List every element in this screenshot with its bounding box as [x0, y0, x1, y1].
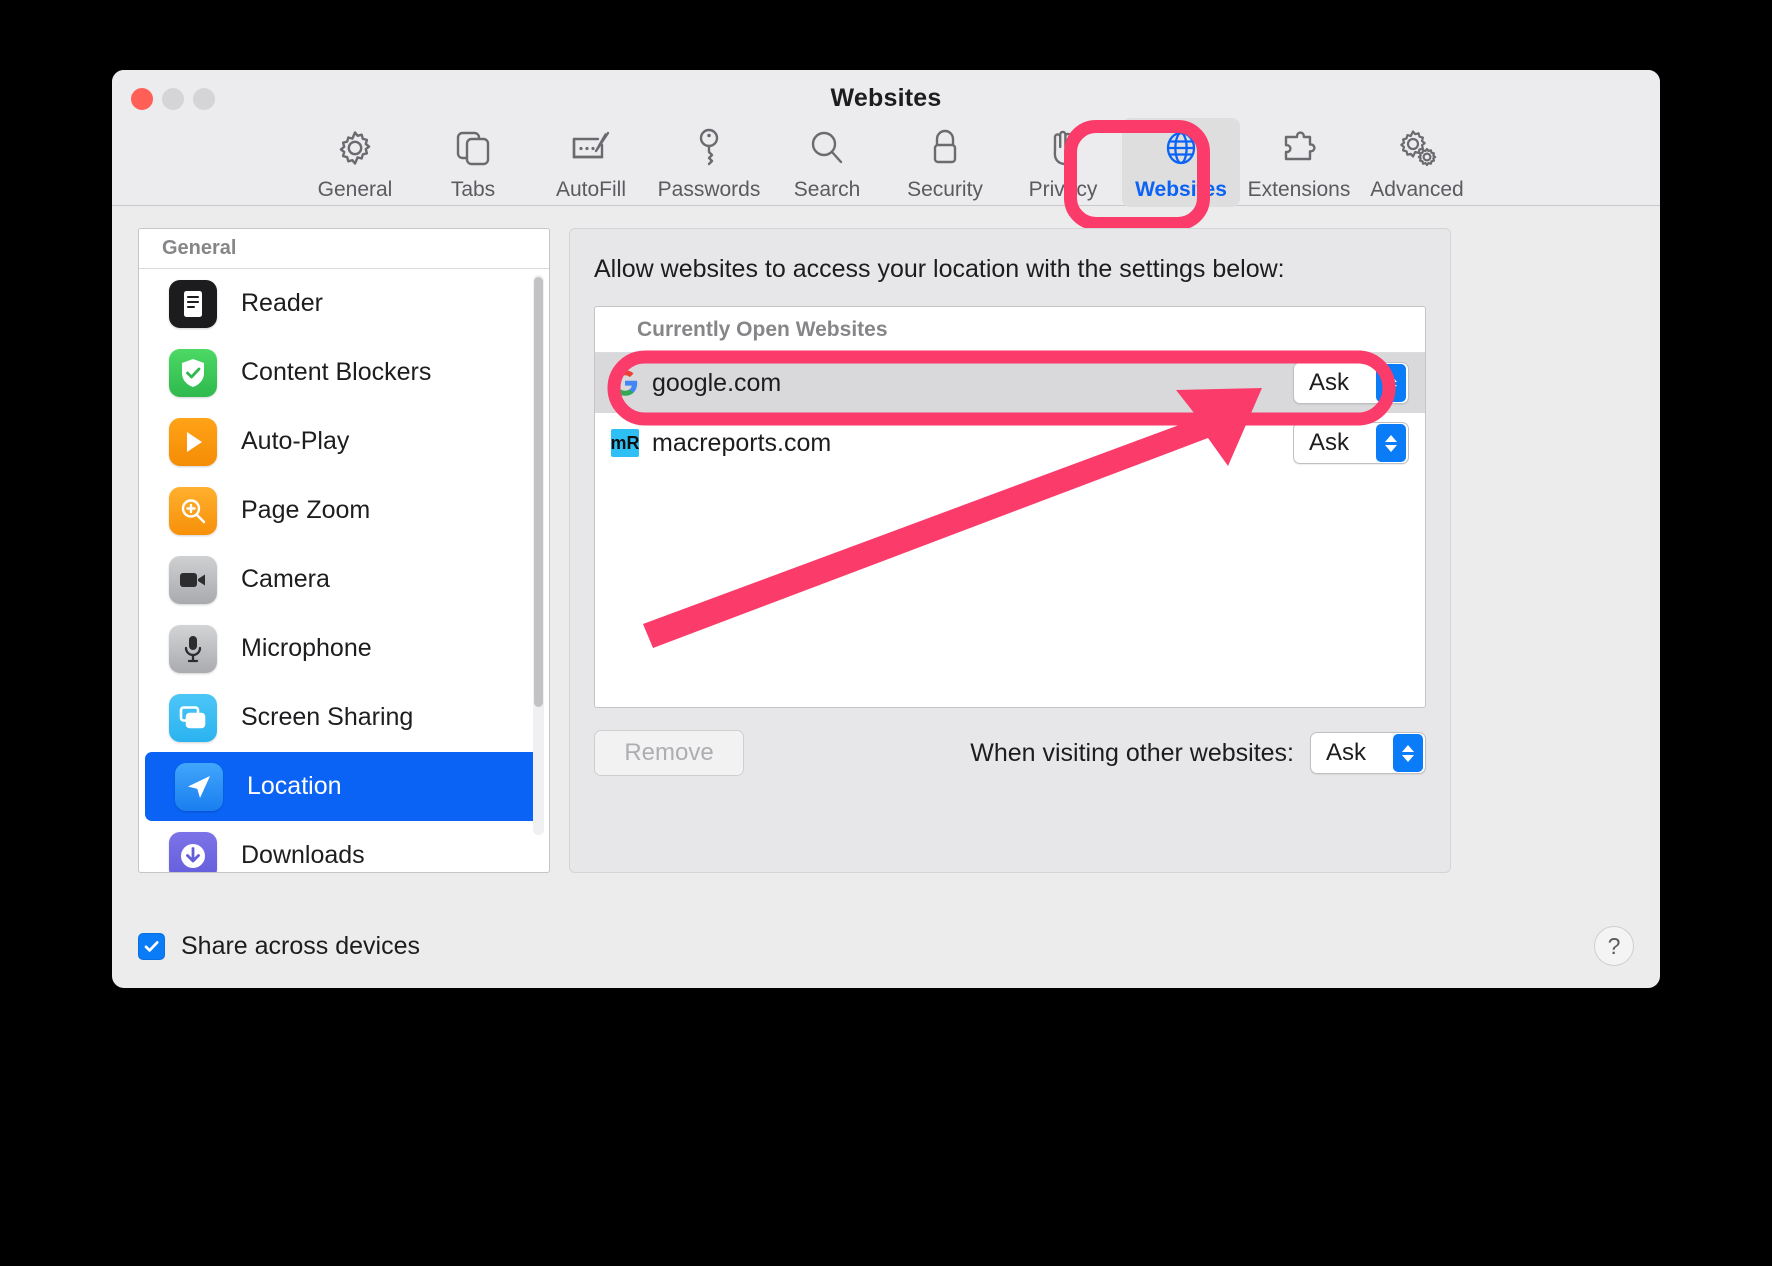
- sidebar-scrollbar[interactable]: [533, 275, 544, 835]
- sidebar-item-label: Page Zoom: [241, 496, 371, 524]
- sidebar-item-label: Camera: [241, 565, 330, 593]
- tab-label: Privacy: [1028, 178, 1098, 201]
- share-across-devices-row[interactable]: Share across devices: [138, 932, 420, 961]
- sidebar-item-page-zoom[interactable]: Page Zoom: [139, 476, 549, 545]
- tab-label: Extensions: [1247, 178, 1351, 201]
- shield-check-icon: [169, 348, 217, 397]
- sidebar-item-label: Downloads: [241, 841, 365, 869]
- camera-icon: [169, 555, 217, 604]
- download-icon: [169, 831, 217, 872]
- tab-label: Tabs: [450, 178, 496, 201]
- tab-websites[interactable]: Websites: [1122, 118, 1240, 207]
- sidebar-item-label: Reader: [241, 289, 323, 317]
- sidebar-item-reader[interactable]: Reader: [139, 269, 549, 338]
- tab-search[interactable]: Search: [768, 118, 886, 207]
- tab-label: Advanced: [1370, 178, 1464, 201]
- pane-footer-controls: Remove When visiting other websites: Ask: [594, 730, 1426, 776]
- preferences-toolbar: General Tabs AutoFill Passwords Search S…: [112, 118, 1660, 207]
- tab-autofill[interactable]: AutoFill: [532, 118, 650, 207]
- tab-label: Websites: [1135, 178, 1227, 201]
- table-row[interactable]: mR macreports.com Ask: [595, 413, 1425, 473]
- site-domain: google.com: [652, 368, 782, 397]
- magnifier-plus-icon: [169, 486, 217, 535]
- location-settings-pane: Allow websites to access your location w…: [569, 228, 1451, 873]
- tab-label: General: [317, 178, 393, 201]
- gear-icon: [332, 124, 378, 172]
- tab-passwords[interactable]: Passwords: [650, 118, 768, 207]
- screen-sharing-icon: [169, 693, 217, 742]
- sidebar-item-camera[interactable]: Camera: [139, 545, 549, 614]
- permission-value: Ask: [1309, 429, 1350, 456]
- tab-advanced[interactable]: Advanced: [1358, 118, 1476, 207]
- preferences-content: General Reader Content Blockers Auto-Pla…: [112, 206, 1660, 988]
- tab-extensions[interactable]: Extensions: [1240, 118, 1358, 207]
- permission-value: Ask: [1309, 369, 1350, 396]
- panes: General Reader Content Blockers Auto-Pla…: [138, 228, 1634, 873]
- websites-listbox: Currently Open Websites google.com Ask m…: [594, 306, 1426, 708]
- sidebar-scrollbar-thumb[interactable]: [534, 277, 543, 707]
- chevron-updown-icon: [1376, 364, 1406, 402]
- sidebar-item-auto-play[interactable]: Auto-Play: [139, 407, 549, 476]
- sidebar-item-label: Screen Sharing: [241, 703, 414, 731]
- title-bar: Websites General Tabs AutoFill Passwords…: [112, 70, 1660, 230]
- default-permission-label: When visiting other websites:: [970, 738, 1294, 767]
- sidebar-item-label: Location: [247, 772, 342, 800]
- default-permission-group: When visiting other websites: Ask: [970, 732, 1426, 774]
- share-across-devices-checkbox[interactable]: [138, 932, 165, 960]
- autofill-icon: [568, 124, 614, 172]
- sidebar-item-content-blockers[interactable]: Content Blockers: [139, 338, 549, 407]
- hand-icon: [1042, 124, 1084, 172]
- permission-popup-macreports[interactable]: Ask: [1293, 422, 1409, 464]
- listbox-group-header: Currently Open Websites: [595, 307, 1425, 353]
- sidebar-item-label: Auto-Play: [241, 427, 350, 455]
- globe-icon: [1159, 124, 1203, 172]
- sidebar-header: General: [139, 229, 549, 269]
- pane-description: Allow websites to access your location w…: [594, 255, 1285, 283]
- location-arrow-icon: [175, 762, 223, 811]
- macreports-favicon: mR: [611, 429, 640, 457]
- table-row[interactable]: google.com Ask: [595, 353, 1425, 413]
- play-icon: [169, 417, 217, 466]
- chevron-updown-icon: [1393, 734, 1423, 772]
- sidebar-list: Reader Content Blockers Auto-Play Page Z…: [139, 269, 549, 872]
- chevron-updown-icon: [1376, 424, 1406, 462]
- gears-icon: [1394, 124, 1440, 172]
- sidebar-item-label: Microphone: [241, 634, 372, 662]
- tab-label: Security: [907, 178, 983, 201]
- tab-label: Passwords: [657, 178, 761, 201]
- window-title: Websites: [830, 84, 942, 112]
- tab-general[interactable]: General: [296, 118, 414, 207]
- remove-button[interactable]: Remove: [594, 730, 744, 776]
- tabs-icon: [451, 124, 495, 172]
- tab-label: Search: [793, 178, 861, 201]
- settings-sidebar: General Reader Content Blockers Auto-Pla…: [138, 228, 550, 873]
- tab-label: AutoFill: [555, 178, 627, 201]
- site-identity: google.com: [611, 369, 1293, 398]
- permission-popup-google[interactable]: Ask: [1293, 362, 1409, 404]
- site-identity: mR macreports.com: [611, 429, 1293, 458]
- sidebar-item-screen-sharing[interactable]: Screen Sharing: [139, 683, 549, 752]
- reader-icon: [169, 279, 217, 328]
- site-domain: macreports.com: [652, 428, 832, 457]
- tab-privacy[interactable]: Privacy: [1004, 118, 1122, 207]
- permission-value: Ask: [1326, 739, 1367, 766]
- key-icon: [689, 124, 729, 172]
- sidebar-item-location[interactable]: Location: [145, 752, 543, 821]
- puzzle-icon: [1276, 124, 1322, 172]
- help-button[interactable]: ?: [1594, 926, 1634, 966]
- safari-preferences-window: Websites General Tabs AutoFill Passwords…: [112, 70, 1660, 988]
- sidebar-item-label: Content Blockers: [241, 358, 432, 386]
- microphone-icon: [169, 624, 217, 673]
- default-permission-popup[interactable]: Ask: [1310, 732, 1426, 774]
- tab-tabs[interactable]: Tabs: [414, 118, 532, 207]
- sidebar-item-downloads[interactable]: Downloads: [139, 821, 549, 872]
- google-favicon: [611, 369, 639, 397]
- share-across-devices-label: Share across devices: [181, 931, 421, 960]
- window-footer: Share across devices ?: [138, 926, 1634, 966]
- sidebar-item-microphone[interactable]: Microphone: [139, 614, 549, 683]
- search-icon: [805, 124, 849, 172]
- tab-security[interactable]: Security: [886, 118, 1004, 207]
- lock-icon: [925, 124, 965, 172]
